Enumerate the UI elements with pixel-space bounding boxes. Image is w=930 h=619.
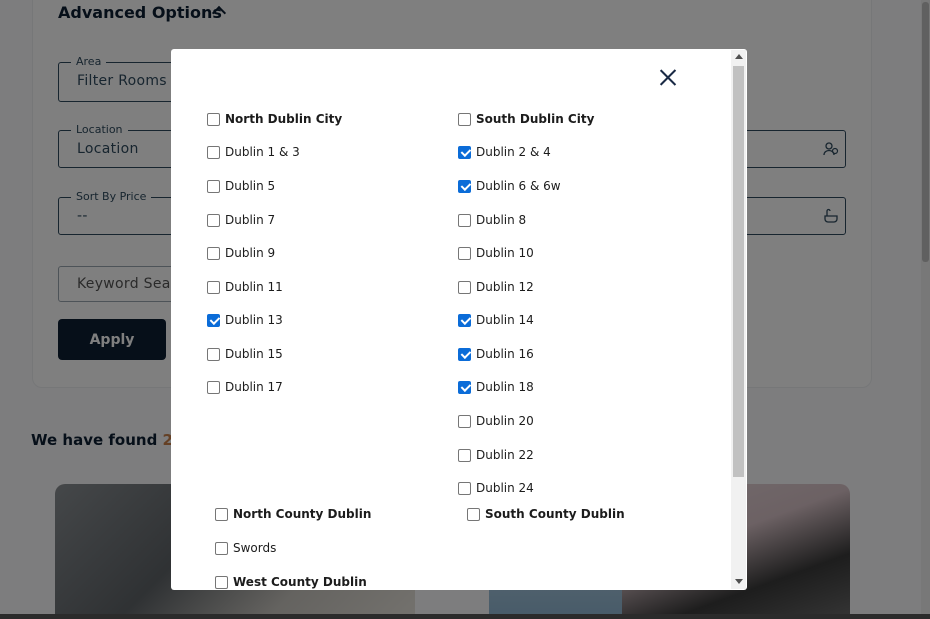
area-option-label[interactable]: Dublin 17: [225, 380, 283, 394]
area-option-right-4[interactable]: Dublin 10: [458, 245, 534, 261]
area-option-label[interactable]: Dublin 13: [225, 313, 283, 327]
area-option-label[interactable]: Dublin 7: [225, 213, 275, 227]
area-option-label[interactable]: Dublin 8: [476, 213, 526, 227]
area-option-right-10[interactable]: Dublin 22: [458, 447, 534, 463]
area-option-label[interactable]: Dublin 12: [476, 280, 534, 294]
area-option-label[interactable]: Dublin 15: [225, 347, 283, 361]
area-option-left-5[interactable]: Dublin 11: [207, 279, 283, 295]
checkbox[interactable]: [207, 380, 220, 394]
checkbox[interactable]: [458, 145, 471, 159]
area-option-county-3[interactable]: West County Dublin: [215, 574, 367, 590]
checkbox[interactable]: [207, 347, 220, 361]
area-option-right-9[interactable]: Dublin 20: [458, 413, 534, 429]
bottom-bar: [0, 614, 930, 619]
checkbox[interactable]: [458, 280, 471, 294]
checkbox[interactable]: [207, 246, 220, 260]
checkbox[interactable]: [215, 575, 228, 589]
area-option-right-0[interactable]: South Dublin City: [458, 111, 594, 127]
area-option-label[interactable]: Dublin 14: [476, 313, 534, 327]
checkbox[interactable]: [215, 541, 228, 555]
checkbox[interactable]: [207, 280, 220, 294]
area-option-left-7[interactable]: Dublin 15: [207, 346, 283, 362]
checkbox[interactable]: [458, 213, 471, 227]
area-option-label[interactable]: North County Dublin: [233, 507, 371, 521]
area-option-right-7[interactable]: Dublin 16: [458, 346, 534, 362]
area-option-county-2[interactable]: Swords: [215, 540, 276, 556]
checkbox[interactable]: [207, 213, 220, 227]
area-option-label[interactable]: Dublin 10: [476, 246, 534, 260]
area-option-label[interactable]: Dublin 9: [225, 246, 275, 260]
area-option-label[interactable]: North Dublin City: [225, 112, 342, 126]
checkbox[interactable]: [207, 313, 220, 327]
checkbox[interactable]: [207, 145, 220, 159]
checkbox[interactable]: [458, 347, 471, 361]
checkbox[interactable]: [458, 246, 471, 260]
checkbox[interactable]: [458, 448, 471, 462]
area-option-right-6[interactable]: Dublin 14: [458, 312, 534, 328]
scroll-up-arrow-icon[interactable]: [735, 54, 743, 59]
checkbox[interactable]: [207, 179, 220, 193]
checkbox[interactable]: [458, 380, 471, 394]
area-option-left-0[interactable]: North Dublin City: [207, 111, 342, 127]
close-icon[interactable]: [657, 67, 679, 89]
checkbox[interactable]: [207, 112, 220, 126]
area-option-right-11[interactable]: Dublin 24: [458, 480, 534, 496]
checkbox[interactable]: [458, 414, 471, 428]
area-option-left-3[interactable]: Dublin 7: [207, 212, 275, 228]
area-option-right-1[interactable]: Dublin 2 & 4: [458, 144, 551, 160]
area-option-left-8[interactable]: Dublin 17: [207, 379, 283, 395]
checkbox[interactable]: [215, 507, 228, 521]
area-option-label[interactable]: Dublin 1 & 3: [225, 145, 300, 159]
area-option-label[interactable]: South Dublin City: [476, 112, 594, 126]
checkbox[interactable]: [458, 313, 471, 327]
scroll-down-arrow-icon[interactable]: [735, 579, 743, 584]
area-option-left-6[interactable]: Dublin 13: [207, 312, 283, 328]
area-option-right-8[interactable]: Dublin 18: [458, 379, 534, 395]
area-option-label[interactable]: Dublin 22: [476, 448, 534, 462]
area-option-label[interactable]: Dublin 11: [225, 280, 283, 294]
checkbox[interactable]: [467, 507, 480, 521]
area-option-label[interactable]: Dublin 5: [225, 179, 275, 193]
area-option-label[interactable]: Dublin 2 & 4: [476, 145, 551, 159]
area-option-label[interactable]: Swords: [233, 541, 276, 555]
checkbox[interactable]: [458, 112, 471, 126]
checkbox[interactable]: [458, 179, 471, 193]
area-option-county-0[interactable]: North County Dublin: [215, 506, 371, 522]
area-option-left-4[interactable]: Dublin 9: [207, 245, 275, 261]
modal-scrollbar-thumb[interactable]: [733, 66, 744, 477]
area-option-left-1[interactable]: Dublin 1 & 3: [207, 144, 300, 160]
area-option-right-5[interactable]: Dublin 12: [458, 279, 534, 295]
checkbox[interactable]: [458, 481, 471, 495]
modal-scrollbar[interactable]: [731, 50, 746, 589]
area-option-label[interactable]: Dublin 18: [476, 380, 534, 394]
area-option-label[interactable]: South County Dublin: [485, 507, 625, 521]
area-option-right-2[interactable]: Dublin 6 & 6w: [458, 178, 561, 194]
area-option-label[interactable]: Dublin 20: [476, 414, 534, 428]
area-filter-modal: North Dublin City Dublin 1 & 3 Dublin 5 Dub…: [171, 49, 747, 590]
area-option-right-3[interactable]: Dublin 8: [458, 212, 526, 228]
area-option-label[interactable]: West County Dublin: [233, 575, 367, 589]
area-option-county-1[interactable]: South County Dublin: [467, 506, 625, 522]
area-option-label[interactable]: Dublin 6 & 6w: [476, 179, 561, 193]
area-option-label[interactable]: Dublin 16: [476, 347, 534, 361]
area-option-left-2[interactable]: Dublin 5: [207, 178, 275, 194]
area-option-label[interactable]: Dublin 24: [476, 481, 534, 495]
